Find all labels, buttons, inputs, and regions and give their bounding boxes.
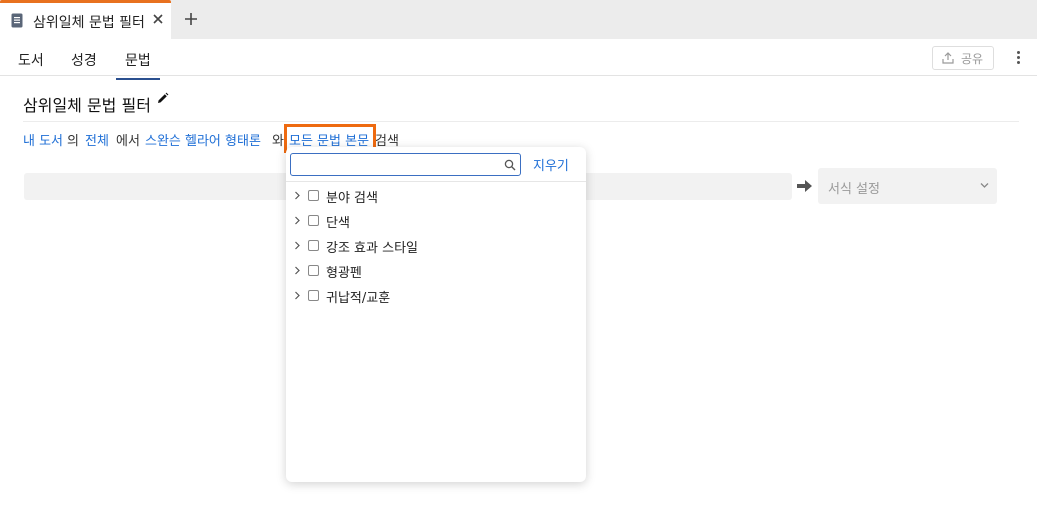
top-nav: 도서 성경 문법 공유 — [0, 39, 1037, 80]
dropdown-search-input[interactable] — [297, 156, 497, 173]
more-options-icon[interactable] — [1012, 49, 1024, 67]
page-title: 삼위일체 문법 필터 — [23, 96, 151, 115]
chevron-down-icon — [980, 183, 989, 188]
query-text-and: 와 — [272, 134, 284, 149]
tab-strip: 삼위일체 문법 필터 — [0, 0, 1037, 39]
search-icon[interactable] — [504, 159, 516, 171]
filter-dropdown: 지우기 분야 검색 단색 강조 효과 스타일 형광펜 귀납적/교훈 — [286, 147, 586, 482]
list-item-label: 단색 — [326, 216, 350, 231]
close-icon[interactable] — [151, 12, 165, 26]
chevron-right-icon[interactable] — [294, 216, 301, 225]
list-item-label: 강조 효과 스타일 — [326, 241, 418, 256]
tab-bible[interactable]: 성경 — [71, 50, 97, 70]
query-text-of: 의 — [67, 134, 79, 149]
checkbox[interactable] — [308, 290, 319, 301]
checkbox[interactable] — [308, 240, 319, 251]
list-item-label: 귀납적/교훈 — [326, 291, 391, 306]
chevron-right-icon[interactable] — [294, 241, 301, 250]
tab-title: 삼위일체 문법 필터 — [33, 15, 145, 31]
checkbox[interactable] — [308, 215, 319, 226]
list-item[interactable]: 강조 효과 스타일 — [294, 236, 574, 256]
chevron-right-icon[interactable] — [294, 191, 301, 200]
list-item-label: 분야 검색 — [326, 191, 378, 206]
pencil-icon[interactable] — [156, 92, 169, 105]
share-button[interactable]: 공유 — [932, 46, 994, 70]
chevron-right-icon[interactable] — [294, 266, 301, 275]
dropdown-search-box[interactable] — [290, 153, 521, 176]
document-tab[interactable]: 삼위일체 문법 필터 — [0, 0, 171, 39]
my-library-link[interactable]: 내 도서 — [23, 130, 63, 149]
title-divider — [23, 121, 1019, 122]
list-item[interactable]: 단색 — [294, 211, 574, 231]
format-settings-select[interactable]: 서식 설정 — [818, 168, 997, 204]
list-item[interactable]: 형광펜 — [294, 261, 574, 281]
tab-grammar[interactable]: 문법 — [116, 50, 160, 80]
query-text-in: 에서 — [116, 134, 140, 149]
list-item[interactable]: 귀납적/교훈 — [294, 286, 574, 306]
share-label: 공유 — [961, 52, 984, 66]
arrow-right-icon — [797, 180, 812, 192]
all-link[interactable]: 전체 — [85, 130, 109, 149]
list-item[interactable]: 분야 검색 — [294, 186, 574, 206]
chevron-right-icon[interactable] — [294, 291, 301, 300]
format-settings-label: 서식 설정 — [828, 182, 880, 197]
morphology-link[interactable]: 스완슨 헬라어 형태론 — [145, 130, 261, 149]
document-icon — [11, 13, 23, 28]
list-item-label: 형광펜 — [326, 266, 362, 281]
dropdown-divider — [286, 181, 586, 182]
share-icon — [942, 52, 954, 64]
tab-library[interactable]: 도서 — [18, 50, 44, 70]
plus-icon[interactable] — [183, 11, 199, 27]
checkbox[interactable] — [308, 190, 319, 201]
clear-button[interactable]: 지우기 — [533, 155, 569, 174]
checkbox[interactable] — [308, 265, 319, 276]
